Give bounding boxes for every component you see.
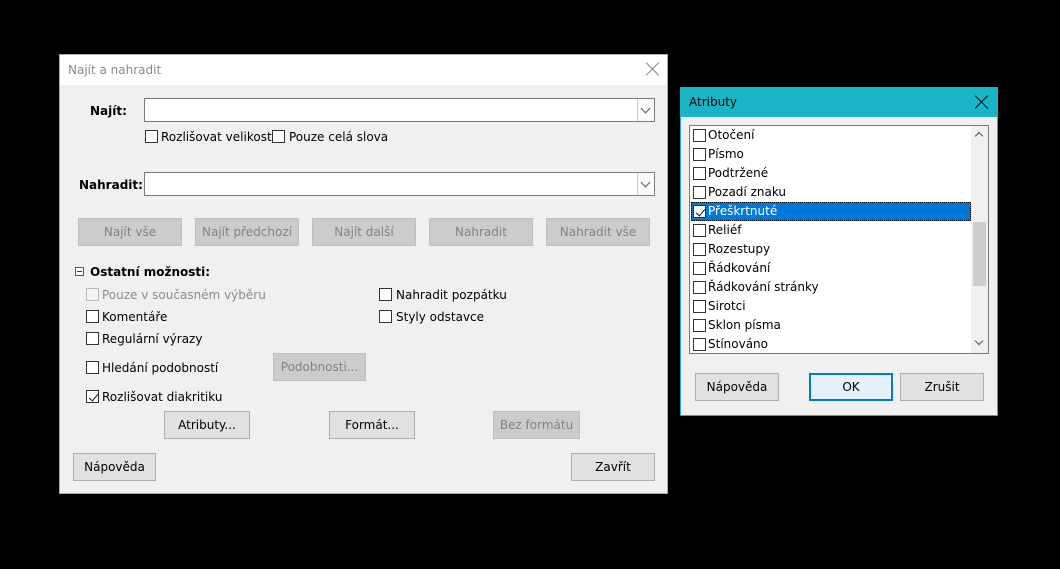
replace-label: Nahradit: <box>79 178 143 192</box>
paragraph-styles-label: Styly odstavce <box>396 310 485 324</box>
item-label: Sirotci <box>708 299 746 313</box>
replace-combobox[interactable] <box>144 172 655 196</box>
similarity-label: Hledání podobností <box>102 361 219 375</box>
item-label: Přeškrtnuté <box>708 204 778 218</box>
whole-words-label: Pouze celá slova <box>289 130 389 144</box>
attributes-list[interactable]: Otočení Písmo Podtržené Pozadí znaku Pře… <box>689 125 989 354</box>
scrollbar-thumb[interactable] <box>973 222 986 286</box>
list-item[interactable]: Otočení <box>691 126 971 145</box>
replace-button[interactable]: Nahradit <box>429 218 533 246</box>
list-item[interactable]: Písmo <box>691 145 971 164</box>
item-checkbox[interactable] <box>693 167 706 180</box>
match-case-label: Rozlišovat velikost <box>161 130 272 144</box>
find-combobox[interactable] <box>144 98 655 122</box>
whole-words-checkbox[interactable] <box>272 130 285 143</box>
item-label: Písmo <box>708 147 744 161</box>
list-item[interactable]: Rozestupy <box>691 240 971 259</box>
replace-backwards-label: Nahradit pozpátku <box>396 288 507 302</box>
comments-label: Komentáře <box>102 310 168 324</box>
list-item[interactable]: Reliéf <box>691 221 971 240</box>
item-label: Sklon písma <box>708 318 781 332</box>
vertical-scrollbar[interactable] <box>971 126 988 353</box>
item-label: Otočení <box>708 128 755 142</box>
comments-checkbox[interactable] <box>86 310 99 323</box>
chevron-down-icon[interactable] <box>637 99 654 121</box>
list-item[interactable]: Pozadí znaku <box>691 183 971 202</box>
replace-all-button[interactable]: Nahradit vše <box>546 218 650 246</box>
chevron-down-icon[interactable] <box>974 336 984 346</box>
replace-backwards-checkbox[interactable] <box>379 288 392 301</box>
find-previous-button[interactable]: Najít předchozí <box>195 218 299 246</box>
list-item[interactable]: Sklon písma <box>691 316 971 335</box>
item-label: Reliéf <box>708 223 742 237</box>
close-button[interactable]: Zavřít <box>571 453 655 481</box>
format-button[interactable]: Formát... <box>329 411 415 439</box>
diacritics-label: Rozlišovat diakritiku <box>102 390 223 404</box>
help-button[interactable]: Nápověda <box>73 453 156 481</box>
item-label: Podtržené <box>708 166 769 180</box>
list-item[interactable]: Stínováno <box>691 335 971 353</box>
item-label: Rozestupy <box>708 242 771 256</box>
paragraph-styles-checkbox[interactable] <box>379 310 392 323</box>
item-checkbox[interactable] <box>693 262 706 275</box>
find-all-button[interactable]: Najít vše <box>78 218 182 246</box>
item-label: Stínováno <box>708 337 769 351</box>
item-checkbox[interactable] <box>693 281 706 294</box>
similarities-button[interactable]: Podobnosti... <box>273 353 366 381</box>
diacritics-checkbox[interactable] <box>86 390 99 403</box>
regex-label: Regulární výrazy <box>102 332 203 346</box>
item-checkbox[interactable] <box>693 148 706 161</box>
list-item[interactable]: Podtržené <box>691 164 971 183</box>
close-icon[interactable] <box>644 60 662 78</box>
item-checkbox[interactable] <box>693 186 706 199</box>
item-label: Pozadí znaku <box>708 185 787 199</box>
other-options-header[interactable]: Ostatní možnosti: <box>90 265 210 279</box>
title-bar: Atributy <box>681 88 997 117</box>
item-checkbox[interactable] <box>693 243 706 256</box>
match-case-checkbox[interactable] <box>145 130 158 143</box>
item-label: Řádkování stránky <box>708 280 819 294</box>
dialog-title: Najít a nahradit <box>68 63 162 77</box>
item-checkbox[interactable] <box>693 300 706 313</box>
collapse-icon[interactable] <box>75 267 84 276</box>
find-next-button[interactable]: Najít další <box>312 218 416 246</box>
attributes-dialog: Atributy Otočení Písmo Podtržené Pozadí … <box>680 87 998 416</box>
item-checkbox[interactable] <box>693 224 706 237</box>
regex-checkbox[interactable] <box>86 332 99 345</box>
list-item[interactable]: Sirotci <box>691 297 971 316</box>
attributes-button[interactable]: Atributy... <box>164 411 250 439</box>
item-checkbox[interactable] <box>693 338 706 351</box>
current-selection-checkbox[interactable] <box>86 288 99 301</box>
find-replace-dialog: Najít a nahradit Najít: Rozlišovat velik… <box>59 54 668 494</box>
find-label: Najít: <box>90 104 127 118</box>
list-item[interactable]: Přeškrtnuté <box>691 202 971 221</box>
list-item[interactable]: Řádkování <box>691 259 971 278</box>
list-item[interactable]: Řádkování stránky <box>691 278 971 297</box>
current-selection-label: Pouze v současném výběru <box>102 288 266 302</box>
ok-button[interactable]: OK <box>809 373 893 401</box>
similarity-checkbox[interactable] <box>86 361 99 374</box>
help-button[interactable]: Nápověda <box>695 373 779 401</box>
item-checkbox[interactable] <box>693 129 706 142</box>
no-format-button[interactable]: Bez formátu <box>493 411 580 439</box>
cancel-button[interactable]: Zrušit <box>900 373 984 401</box>
item-checkbox[interactable] <box>693 319 706 332</box>
close-icon[interactable] <box>973 93 991 111</box>
chevron-up-icon[interactable] <box>974 131 984 141</box>
chevron-down-icon[interactable] <box>637 173 654 195</box>
title-bar: Najít a nahradit <box>60 55 667 85</box>
item-checkbox[interactable] <box>693 205 706 218</box>
dialog-title: Atributy <box>689 95 737 109</box>
item-label: Řádkování <box>708 261 771 275</box>
